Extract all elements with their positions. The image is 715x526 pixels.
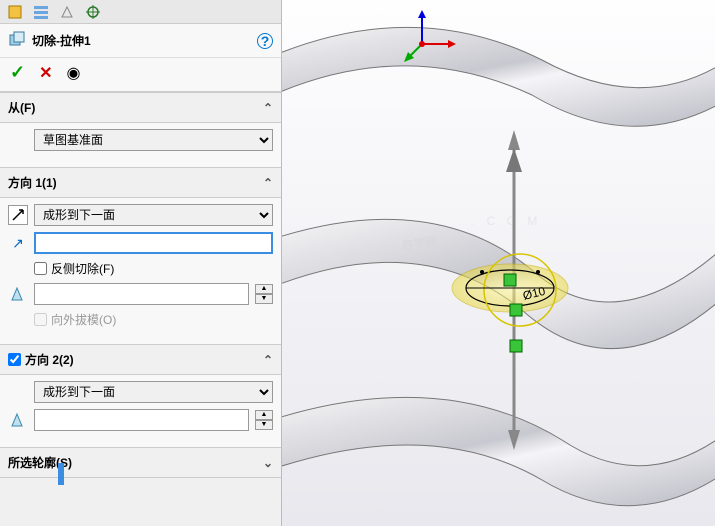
dir1-endcondition-select[interactable]: 成形到下一面	[34, 204, 273, 226]
flip-side-checkbox[interactable]: 反侧切除(F)	[34, 260, 114, 277]
feature-titlebar: 切除-拉伸1 ?	[0, 24, 281, 58]
ok-button[interactable]: ✓	[10, 62, 25, 83]
section-label-from: 从(F)	[8, 99, 263, 116]
dir2-endcondition-select[interactable]: 成形到下一面	[34, 381, 273, 403]
dir1-face-input[interactable]	[34, 232, 273, 254]
dir2-enable-checkbox[interactable]: 方向 2(2)	[8, 351, 263, 368]
dir1-draft-spinner[interactable]: ▲ ▼	[255, 284, 273, 304]
graphics-viewport[interactable]: 自学网 . C O M Ø10	[282, 0, 715, 526]
section-header-dir2[interactable]: 方向 2(2) ⌃	[0, 344, 281, 375]
chevron-up-icon: ⌃	[263, 101, 273, 115]
section-label-dir1: 方向 1(1)	[8, 174, 263, 191]
section-header-contours[interactable]: 所选轮廓(S) ⌄	[0, 447, 281, 478]
chevron-up-icon: ⌃	[263, 353, 273, 367]
tab-config-icon[interactable]	[58, 3, 76, 21]
selection-highlight	[58, 463, 64, 485]
cut-extrude-icon	[8, 30, 26, 51]
cancel-button[interactable]: ✕	[39, 63, 52, 83]
from-plane-select[interactable]: 草图基准面	[34, 129, 273, 151]
view-triad-icon	[402, 10, 456, 64]
model-geometry: 自学网 . C O M Ø10	[282, 0, 715, 526]
spin-up[interactable]: ▲	[255, 284, 273, 294]
section-header-from[interactable]: 从(F) ⌃	[0, 92, 281, 123]
spin-down[interactable]: ▼	[255, 294, 273, 304]
draft-outward-label: 向外拔模(O)	[51, 311, 116, 328]
dir2-draft-input[interactable]	[34, 409, 249, 431]
section-label-dir2: 方向 2(2)	[25, 351, 74, 368]
help-button[interactable]: ?	[257, 33, 273, 49]
section-label-contours: 所选轮廓(S)	[8, 454, 263, 471]
draft2-icon[interactable]	[8, 410, 28, 430]
svg-text:. C O M: . C O M	[472, 214, 541, 228]
chevron-down-icon: ⌄	[263, 456, 273, 470]
section-body-from: 草图基准面	[0, 123, 281, 167]
tab-feature-icon[interactable]	[6, 3, 24, 21]
spin-down[interactable]: ▼	[255, 420, 273, 430]
draft-icon[interactable]	[8, 284, 28, 304]
direction-arrow-icon[interactable]: ↗	[8, 233, 28, 253]
section-body-dir2: 成形到下一面 ▲ ▼	[0, 375, 281, 447]
flip-side-check[interactable]	[34, 262, 47, 275]
panel-tabbar	[0, 0, 281, 24]
preview-toggle[interactable]: ◉	[67, 63, 81, 83]
action-bar: ✓ ✕ ◉	[0, 58, 281, 92]
dir2-draft-spinner[interactable]: ▲ ▼	[255, 410, 273, 430]
chevron-up-icon: ⌃	[263, 176, 273, 190]
draft-outward-check	[34, 313, 47, 326]
dir1-draft-input[interactable]	[34, 283, 249, 305]
section-body-dir1: 成形到下一面 ↗ 反侧切除(F) ▲ ▼	[0, 198, 281, 344]
dir2-enable-check[interactable]	[8, 353, 21, 366]
reverse-direction-button[interactable]	[8, 205, 28, 225]
spin-up[interactable]: ▲	[255, 410, 273, 420]
section-header-dir1[interactable]: 方向 1(1) ⌃	[0, 167, 281, 198]
tab-display-icon[interactable]	[84, 3, 102, 21]
property-panel: 切除-拉伸1 ? ✓ ✕ ◉ 从(F) ⌃ 草图基准面 方向 1(1) ⌃ 成形…	[0, 0, 282, 526]
tab-list-icon[interactable]	[32, 3, 50, 21]
feature-title: 切除-拉伸1	[32, 32, 251, 49]
flip-side-label: 反侧切除(F)	[51, 260, 114, 277]
draft-outward-checkbox: 向外拔模(O)	[34, 311, 116, 328]
